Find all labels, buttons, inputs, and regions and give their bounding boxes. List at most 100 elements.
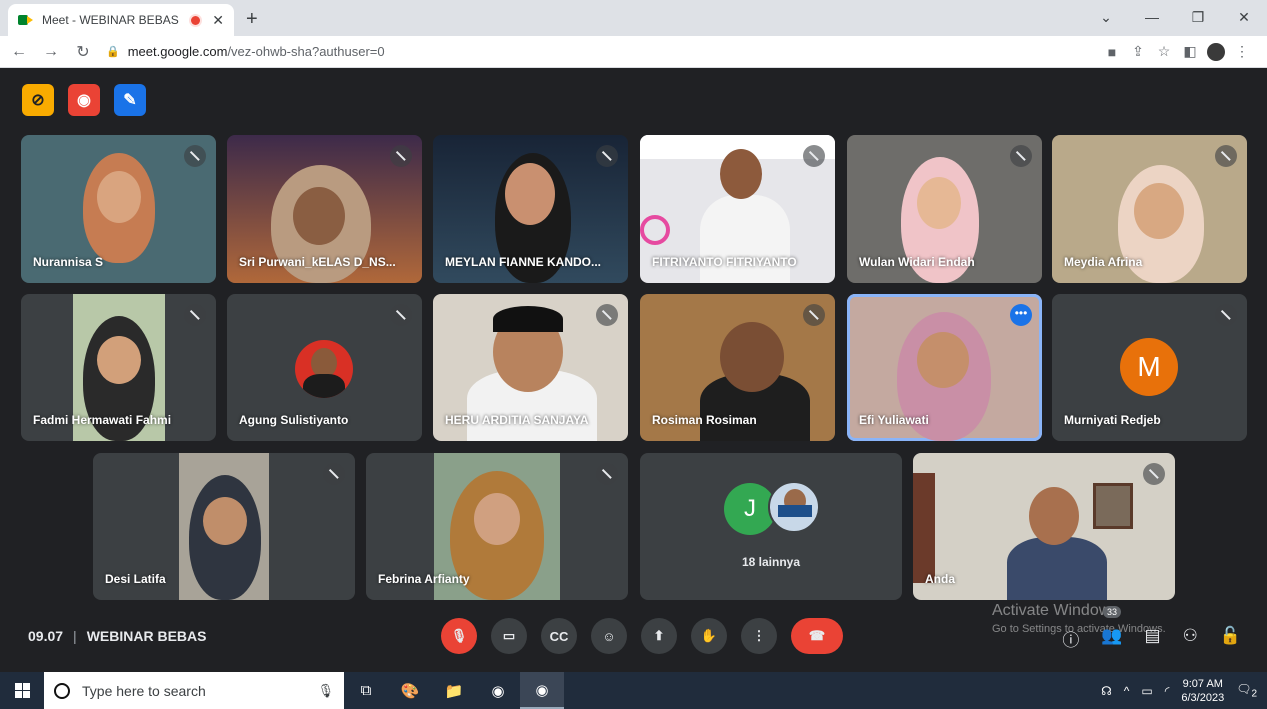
more-options-icon[interactable]: ••• — [1010, 304, 1032, 326]
participant-initial-avatar: M — [1120, 338, 1178, 396]
tab-search-icon[interactable]: ⌄ — [1083, 0, 1129, 36]
tab-title: Meet - WEBINAR BEBAS — [42, 13, 179, 27]
muted-mic-icon — [1215, 304, 1237, 326]
taskbar-clock[interactable]: 9:07 AM 6/3/2023 — [1181, 677, 1224, 705]
browser-tab[interactable]: Meet - WEBINAR BEBAS ✕ — [8, 4, 234, 36]
paint-app-icon[interactable]: 🎨 — [388, 672, 432, 709]
mic-off-button[interactable]: 🎙 — [441, 618, 477, 654]
watermark-title: Activate Windows — [992, 602, 1119, 619]
restore-button[interactable]: ❐ — [1175, 0, 1221, 36]
reload-icon[interactable]: ↻ — [70, 42, 96, 62]
chat-icon[interactable]: ▤ — [1145, 626, 1161, 651]
participant-tile[interactable]: M Murniyati Redjeb — [1052, 294, 1247, 441]
lock-icon[interactable]: 🔒 — [106, 45, 120, 58]
raise-hand-button[interactable]: ✋ — [691, 618, 727, 654]
browser-actions: ■ ⇪ ☆ ◧ ⋮ — [1099, 42, 1255, 61]
participant-name: Sri Purwani_kELAS D_NS... — [239, 255, 396, 269]
chrome-icon[interactable]: ◉ — [476, 672, 520, 709]
share-icon[interactable]: ⇪ — [1125, 43, 1151, 60]
close-tab-icon[interactable]: ✕ — [212, 12, 224, 29]
bookmark-star-icon[interactable]: ☆ — [1151, 43, 1177, 60]
mic-icon[interactable]: 🎙 — [317, 683, 334, 699]
participant-name: Agung Sulistiyanto — [239, 413, 349, 427]
file-explorer-icon[interactable]: 📁 — [432, 672, 476, 709]
meeting-activity-buttons: ⊘ ◉ ✎ — [22, 84, 146, 116]
new-tab-button[interactable]: + — [246, 8, 258, 31]
camera-button[interactable]: ▭ — [491, 618, 527, 654]
leave-call-button[interactable]: ☎ — [791, 618, 843, 654]
notes-icon[interactable]: ✎ — [114, 84, 146, 116]
participant-tile[interactable]: MEYLAN FIANNE KANDO... — [433, 135, 628, 283]
others-tile[interactable]: J 18 lainnya — [640, 453, 902, 600]
participant-tile[interactable]: Febrina Arfianty — [366, 453, 628, 600]
present-screen-button[interactable]: ⬆ — [641, 618, 677, 654]
camera-in-use-icon[interactable]: ■ — [1099, 44, 1125, 60]
logo-decoration — [640, 215, 670, 245]
task-view-icon[interactable]: ⧉ — [344, 672, 388, 709]
url-path: /vez-ohwb-sha?authuser=0 — [227, 44, 385, 59]
participant-tile[interactable]: FITRIYANTO FITRIYANTO — [640, 135, 835, 283]
participant-tile[interactable]: Wulan Widari Endah — [847, 135, 1042, 283]
address-bar[interactable]: 🔒 meet.google.com/vez-ohwb-sha?authuser=… — [106, 39, 1099, 65]
battery-icon[interactable]: ▭ — [1141, 684, 1152, 698]
address-toolbar: ← → ↻ 🔒 meet.google.com/vez-ohwb-sha?aut… — [0, 36, 1267, 68]
no-camera-icon[interactable]: ⊘ — [22, 84, 54, 116]
minimize-button[interactable]: — — [1129, 0, 1175, 36]
forward-icon[interactable]: → — [38, 43, 64, 61]
show-hidden-icons[interactable]: ^ — [1124, 684, 1130, 698]
meeting-details-icon[interactable]: ⓘ — [1062, 626, 1079, 651]
participant-tile[interactable]: Rosiman Rosiman — [640, 294, 835, 441]
muted-mic-icon — [390, 145, 412, 167]
participant-tile[interactable]: HERU ARDITIA SANJAYA — [433, 294, 628, 441]
chrome-profile-icon[interactable]: ◉ — [520, 672, 564, 709]
muted-mic-icon — [596, 304, 618, 326]
participant-video — [1007, 537, 1107, 600]
taskbar-search-box[interactable]: Type here to search 🎙 — [44, 672, 344, 709]
participant-face — [293, 187, 345, 245]
participant-tile[interactable]: Desi Latifa — [93, 453, 355, 600]
activities-icon[interactable]: ⚇ — [1183, 626, 1198, 651]
muted-mic-icon — [803, 304, 825, 326]
participant-tile[interactable]: Meydia Afrina — [1052, 135, 1247, 283]
muted-mic-icon — [596, 145, 618, 167]
close-window-button[interactable]: ✕ — [1221, 0, 1267, 36]
participant-video — [700, 195, 790, 283]
participant-tile[interactable]: Nurannisa S — [21, 135, 216, 283]
participant-face — [97, 171, 141, 223]
wifi-icon[interactable]: ◜ — [1165, 684, 1170, 698]
others-count-label: 18 lainnya — [741, 555, 801, 569]
participant-name: Rosiman Rosiman — [652, 413, 757, 427]
participant-face — [720, 322, 784, 392]
start-button[interactable] — [0, 683, 44, 698]
host-controls-icon[interactable]: 🔓 — [1220, 626, 1241, 651]
participant-face — [1134, 183, 1184, 239]
participant-avatar — [768, 481, 820, 533]
muted-mic-icon — [803, 145, 825, 167]
participant-face — [917, 177, 961, 229]
emoji-reaction-button[interactable]: ☺ — [591, 618, 627, 654]
captions-button[interactable]: CC — [541, 618, 577, 654]
participant-name: Nurannisa S — [33, 255, 104, 269]
browser-tab-bar: Meet - WEBINAR BEBAS ✕ + ⌄ — ❐ ✕ — [0, 0, 1267, 36]
back-icon[interactable]: ← — [6, 43, 32, 61]
side-panel-icon[interactable]: ◧ — [1177, 43, 1203, 60]
participant-name: Desi Latifa — [105, 572, 166, 586]
people-tray-icon[interactable]: ☊ — [1101, 684, 1112, 698]
profile-avatar[interactable] — [1207, 42, 1225, 61]
participant-tile-active-speaker[interactable]: ••• Efi Yuliawati — [847, 294, 1042, 441]
browser-menu-icon[interactable]: ⋮ — [1229, 43, 1255, 60]
participant-tile[interactable]: Agung Sulistiyanto — [227, 294, 422, 441]
muted-mic-icon — [1143, 463, 1165, 485]
notifications-icon[interactable]: 🗨2 — [1236, 682, 1257, 699]
recording-icon[interactable]: ◉ — [68, 84, 100, 116]
people-icon[interactable]: 👥 — [1101, 626, 1122, 651]
participant-face — [1029, 487, 1079, 545]
muted-mic-icon — [323, 463, 345, 485]
meeting-title: WEBINAR BEBAS — [86, 628, 207, 644]
more-options-button[interactable]: ⋮ — [741, 618, 777, 654]
participant-tile[interactable]: Sri Purwani_kELAS D_NS... — [227, 135, 422, 283]
windows-taskbar: Type here to search 🎙 ⧉ 🎨 📁 ◉ ◉ ☊ ^ ▭ ◜ … — [0, 672, 1267, 709]
muted-mic-icon — [184, 145, 206, 167]
participant-tile[interactable]: Fadmi Hermawati Fahmi — [21, 294, 216, 441]
self-view-tile[interactable]: Anda — [913, 453, 1175, 600]
